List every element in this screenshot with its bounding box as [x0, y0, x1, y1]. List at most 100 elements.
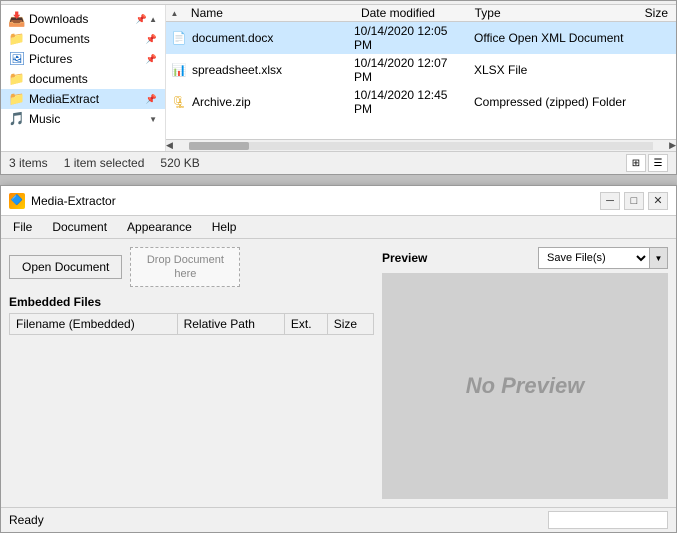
- scroll-left-icon[interactable]: ◀: [166, 140, 173, 151]
- table-row[interactable]: 📄 document.docx 10/14/2020 12:05 PM Offi…: [166, 22, 676, 54]
- items-count: 3 items: [9, 156, 48, 170]
- file-date-cell-2: 10/14/2020 12:45 PM: [346, 88, 466, 116]
- sidebar-label-music: Music: [29, 112, 147, 126]
- window-title: Media-Extractor: [31, 194, 600, 208]
- pin-icon-downloads: 📌: [136, 14, 147, 25]
- sort-chevron-icon: ▲: [166, 9, 183, 18]
- status-input[interactable]: [548, 511, 668, 529]
- drop-zone[interactable]: Drop Documenthere: [130, 247, 240, 287]
- folder-icon-documents: 📁: [9, 71, 25, 87]
- file-size-status: 520 KB: [160, 156, 199, 170]
- menu-document[interactable]: Document: [44, 218, 115, 236]
- right-panel: Preview Save File(s) ▼ No Preview: [382, 247, 668, 499]
- view-list-button[interactable]: ☰: [648, 154, 668, 172]
- top-row: Open Document Drop Documenthere: [9, 247, 374, 287]
- sidebar-label-pictures: Pictures: [29, 52, 146, 66]
- media-statusbar: Ready: [1, 507, 676, 532]
- dropdown-arrow-icon[interactable]: ▼: [649, 248, 667, 268]
- close-button[interactable]: ✕: [648, 192, 668, 210]
- file-name-cell: 🗜 Archive.zip: [166, 94, 346, 110]
- sidebar-item-documents-folder[interactable]: 📁 documents: [1, 69, 165, 89]
- file-type-cell-1: XLSX File: [466, 63, 646, 77]
- embedded-files-table: Filename (Embedded) Relative Path Ext. S…: [9, 313, 374, 335]
- sidebar-item-mediaextract[interactable]: 📁 MediaExtract 📌: [1, 89, 165, 109]
- sidebar-label-documents: Documents: [29, 32, 146, 46]
- file-date-cell-0: 10/14/2020 12:05 PM: [346, 24, 466, 52]
- view-grid-button[interactable]: ⊞: [626, 154, 646, 172]
- sidebar-item-pictures[interactable]: 🖼 Pictures 📌: [1, 49, 165, 69]
- col-header-size[interactable]: Size: [637, 5, 676, 21]
- file-date-cell-1: 10/14/2020 12:07 PM: [346, 56, 466, 84]
- explorer-content: 📥 Downloads 📌 ▲ 📁 Documents 📌 🖼 Pictures…: [1, 5, 676, 151]
- folder-icon-mediaextract: 📁: [9, 91, 25, 107]
- scrollbar-thumb[interactable]: [189, 142, 249, 150]
- sidebar-item-downloads[interactable]: 📥 Downloads 📌 ▲: [1, 9, 165, 29]
- scrollbar-track[interactable]: [189, 142, 653, 150]
- chevron-up-icon: ▲: [149, 15, 157, 24]
- col-header-date[interactable]: Date modified: [353, 5, 467, 21]
- col-relative-path[interactable]: Relative Path: [177, 314, 284, 335]
- media-menubar: File Document Appearance Help: [1, 216, 676, 239]
- titlebar-controls: ─ □ ✕: [600, 192, 668, 210]
- preview-area: No Preview: [382, 273, 668, 499]
- horizontal-scrollbar[interactable]: ◀ ▶: [166, 139, 676, 151]
- sidebar-label-downloads: Downloads: [29, 12, 136, 26]
- main-content-area: Open Document Drop Documenthere Embedded…: [9, 247, 668, 499]
- file-type-cell-2: Compressed (zipped) Folder: [466, 95, 646, 109]
- file-name-label: document.docx: [192, 31, 273, 45]
- pin-icon-documents: 📌: [146, 34, 157, 45]
- explorer-statusbar: 3 items 1 item selected 520 KB ⊞ ☰: [1, 151, 676, 174]
- file-type-cell-0: Office Open XML Document: [466, 31, 646, 45]
- sidebar-label-mediaextract: MediaExtract: [29, 92, 146, 106]
- sidebar-label-documents-folder: documents: [29, 72, 157, 86]
- selection-status: 1 item selected: [64, 156, 145, 170]
- folder-documents-icon: 📁: [9, 31, 25, 47]
- pin-icon-pictures: 📌: [146, 54, 157, 65]
- folder-download-icon: 📥: [9, 11, 25, 27]
- maximize-button[interactable]: □: [624, 192, 644, 210]
- sidebar-item-documents[interactable]: 📁 Documents 📌: [1, 29, 165, 49]
- menu-file[interactable]: File: [5, 218, 40, 236]
- table-row[interactable]: 🗜 Archive.zip 10/14/2020 12:45 PM Compre…: [166, 86, 676, 118]
- preview-header: Preview Save File(s) ▼: [382, 247, 668, 269]
- menu-appearance[interactable]: Appearance: [119, 218, 200, 236]
- col-ext[interactable]: Ext.: [284, 314, 327, 335]
- drop-zone-label: Drop Documenthere: [147, 253, 224, 282]
- embedded-files-label: Embedded Files: [9, 295, 374, 309]
- sidebar-item-music[interactable]: 🎵 Music ▼: [1, 109, 165, 129]
- file-list-rows: 📄 document.docx 10/14/2020 12:05 PM Offi…: [166, 22, 676, 139]
- file-name-cell: 📊 spreadsheet.xlsx: [166, 62, 346, 78]
- status-text: Ready: [9, 513, 44, 527]
- file-list-area: ▲ Name Date modified Type Size 📄 documen…: [166, 5, 676, 151]
- media-extractor-window: 🔷 Media-Extractor ─ □ ✕ File Document Ap…: [0, 185, 677, 533]
- table-row[interactable]: 📊 spreadsheet.xlsx 10/14/2020 12:07 PM X…: [166, 54, 676, 86]
- left-panel: Open Document Drop Documenthere Embedded…: [9, 247, 374, 499]
- explorer-window: 📥 Downloads 📌 ▲ 📁 Documents 📌 🖼 Pictures…: [0, 0, 677, 175]
- col-filename[interactable]: Filename (Embedded): [10, 314, 178, 335]
- explorer-sidebar: 📥 Downloads 📌 ▲ 📁 Documents 📌 🖼 Pictures…: [1, 5, 166, 151]
- col-size[interactable]: Size: [327, 314, 373, 335]
- media-body: Open Document Drop Documenthere Embedded…: [1, 239, 676, 507]
- view-toggle-icons: ⊞ ☰: [626, 154, 668, 172]
- folder-pictures-icon: 🖼: [9, 51, 25, 67]
- save-files-select[interactable]: Save File(s): [539, 251, 649, 265]
- media-titlebar: 🔷 Media-Extractor ─ □ ✕: [1, 186, 676, 216]
- menu-help[interactable]: Help: [204, 218, 245, 236]
- open-document-button[interactable]: Open Document: [9, 255, 122, 279]
- file-name-label: Archive.zip: [192, 95, 251, 109]
- save-files-dropdown[interactable]: Save File(s) ▼: [538, 247, 668, 269]
- minimize-button[interactable]: ─: [600, 192, 620, 210]
- no-preview-text: No Preview: [466, 373, 585, 399]
- pin-icon-mediaextract: 📌: [146, 94, 157, 105]
- chevron-down-icon: ▼: [149, 115, 157, 124]
- scroll-right-icon[interactable]: ▶: [669, 140, 676, 151]
- app-icon: 🔷: [9, 193, 25, 209]
- zip-file-icon: 🗜: [170, 94, 188, 110]
- col-header-type[interactable]: Type: [467, 5, 637, 21]
- preview-label: Preview: [382, 251, 427, 265]
- col-header-name[interactable]: Name: [183, 5, 353, 21]
- word-file-icon: 📄: [170, 30, 188, 46]
- file-name-cell: 📄 document.docx: [166, 30, 346, 46]
- excel-file-icon: 📊: [170, 62, 188, 78]
- folder-music-icon: 🎵: [9, 111, 25, 127]
